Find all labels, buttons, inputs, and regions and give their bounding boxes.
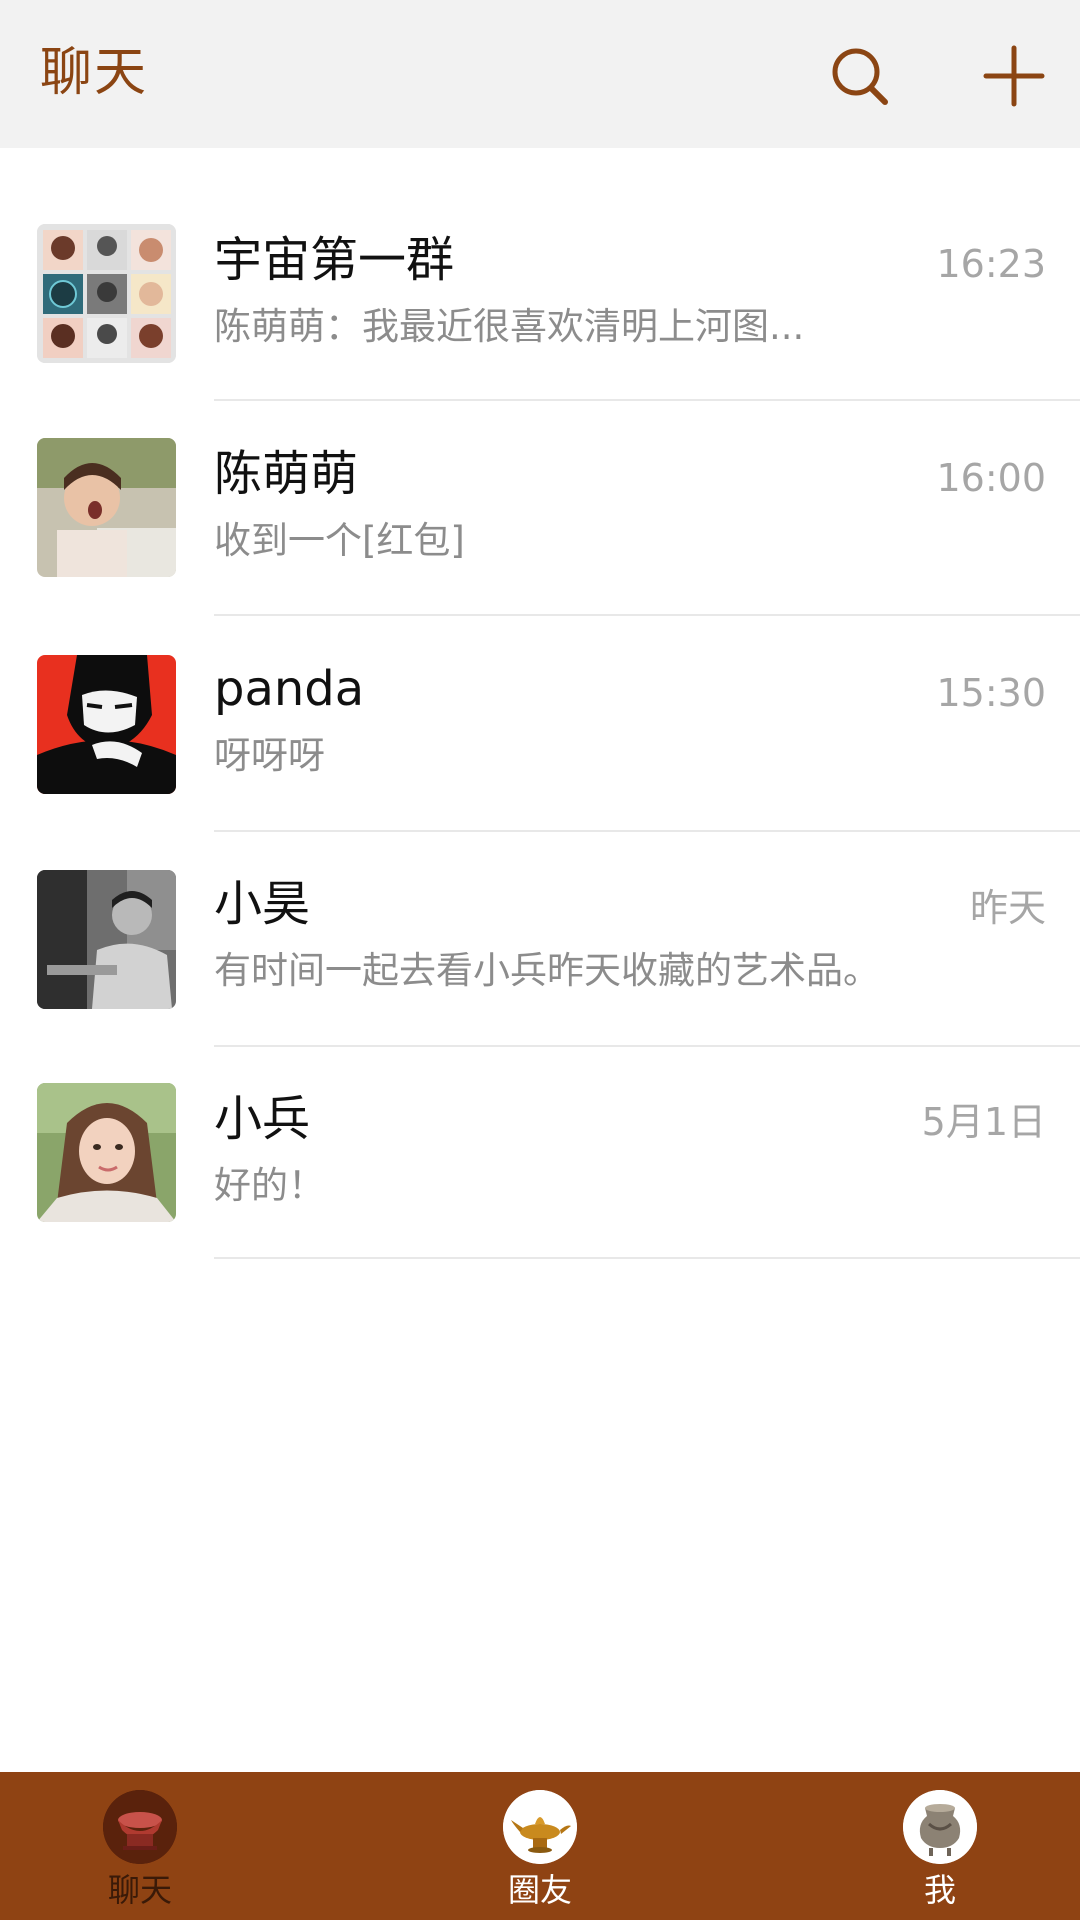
chat-preview: 陈萌萌：我最近很喜欢清明上河图...	[214, 305, 805, 348]
tab-friends-label: 圈友	[507, 1871, 572, 1909]
tab-friends[interactable]: 圈友	[440, 1772, 640, 1920]
me-tab-icon	[903, 1790, 977, 1864]
chat-time: 16:23	[936, 242, 1046, 286]
chat-name: 宇宙第一群	[214, 232, 455, 288]
chat-tab-icon	[103, 1790, 177, 1864]
contact-avatar	[37, 870, 176, 1009]
tab-me-label: 我	[923, 1871, 956, 1909]
chat-name: 小兵	[214, 1091, 311, 1147]
chat-time: 5月1日	[921, 1100, 1046, 1144]
add-button[interactable]	[982, 44, 1046, 108]
group-avatar	[37, 224, 176, 363]
contact-avatar	[37, 1083, 176, 1222]
tab-me[interactable]: 我	[840, 1772, 1040, 1920]
search-button[interactable]	[828, 44, 892, 108]
chat-name: 小昊	[214, 876, 311, 932]
chat-preview: 好的！	[214, 1164, 325, 1207]
row-divider	[214, 1257, 1080, 1259]
chat-preview: 呀呀呀	[214, 734, 325, 777]
contact-avatar	[37, 655, 176, 794]
tab-chat[interactable]: 聊天	[40, 1772, 240, 1920]
chat-row-xiaohao[interactable]: 小昊 昨天 有时间一起去看小兵昨天收藏的艺术品。	[0, 832, 1080, 1047]
chat-app: 聊天 宇宙第一群 16:23 陈萌萌：我最近很喜欢清明上河图... 陈萌萌 16…	[0, 0, 1080, 1920]
chat-row-xiaobing[interactable]: 小兵 5月1日 好的！	[0, 1047, 1080, 1261]
chat-row-group[interactable]: 宇宙第一群 16:23 陈萌萌：我最近很喜欢清明上河图...	[0, 148, 1080, 401]
chat-time: 16:00	[936, 456, 1046, 500]
chat-name: panda	[214, 661, 365, 717]
plus-icon	[983, 45, 1045, 107]
chat-time: 昨天	[969, 886, 1046, 930]
chat-time: 15:30	[936, 671, 1046, 715]
search-icon	[832, 48, 888, 105]
chat-name: 陈萌萌	[214, 446, 359, 502]
chat-preview: 收到一个[红包]	[214, 519, 465, 562]
bottom-nav: 聊天 圈友 我	[0, 1772, 1080, 1920]
top-bar: 聊天	[0, 0, 1080, 148]
chat-row-chenmengmeng[interactable]: 陈萌萌 16:00 收到一个[红包]	[0, 401, 1080, 616]
chat-preview: 有时间一起去看小兵昨天收藏的艺术品。	[214, 949, 880, 992]
tab-chat-label: 聊天	[107, 1871, 172, 1909]
chat-row-panda[interactable]: panda 15:30 呀呀呀	[0, 616, 1080, 832]
friends-tab-icon	[503, 1790, 577, 1864]
page-title: 聊天	[40, 43, 149, 103]
contact-avatar	[37, 438, 176, 577]
